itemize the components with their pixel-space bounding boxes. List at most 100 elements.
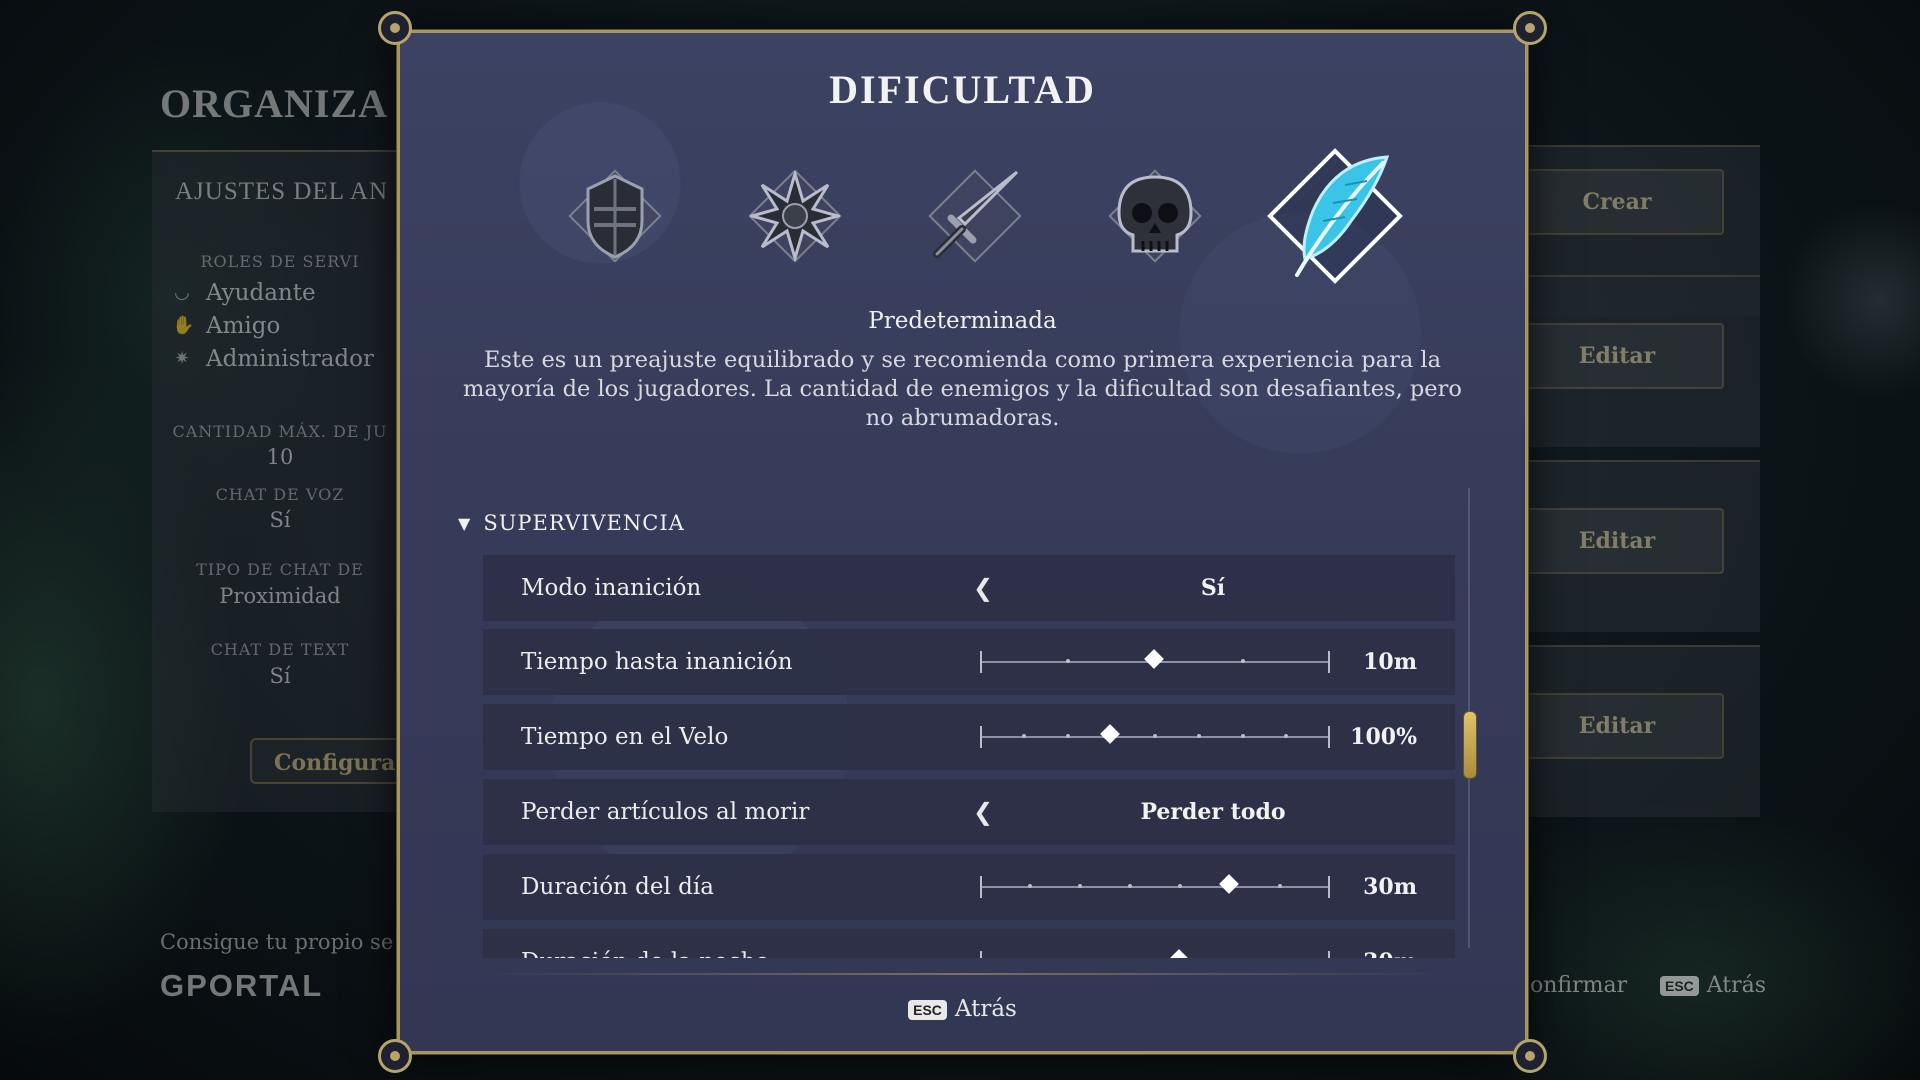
slider-knob[interactable] [1144,649,1164,669]
role-label: Ayudante [206,280,316,306]
setting-label: Tiempo en el Velo [521,724,729,750]
difficulty-dialog: DIFICULTAD Predeterminada Este es un pre… [378,11,1547,1073]
slider-knob[interactable] [1218,874,1239,894]
dialog-title: DIFICULTAD [829,67,1096,112]
edit-button: Editar [1510,693,1724,759]
selected-difficulty-description: Este es un preajuste equilibrado y se re… [463,347,1462,431]
esc-key-icon: ESC [1660,976,1699,996]
gportal-logo: GPORTAL [160,968,324,1003]
slider-end [1328,876,1330,898]
role-item-helper: ◡ Ayudante [172,280,316,306]
setting-value: 100% [1350,724,1417,750]
setting-value: Perder todo [1140,799,1286,825]
setting-value: 30m [1363,929,1417,958]
back-hint[interactable]: ESC Atrás [400,996,1525,1022]
slider-tick [1278,884,1282,888]
setting-slider[interactable] [980,649,1330,673]
setting-value: 10m [1363,649,1417,675]
background-back-label: Atrás [1706,973,1767,998]
slider-end [980,651,982,673]
settings-list[interactable]: Modo inanición ❮ Sí Tiempo hasta inanici… [483,555,1455,958]
create-button: Crear [1510,169,1724,235]
back-label: Atrás [954,996,1017,1022]
friend-icon: ✋ [172,315,195,336]
ornament-corner-icon [1513,11,1547,45]
chevron-down-icon: ▼ [458,513,472,533]
setting-value: 30m [1363,874,1417,900]
section-survival-header[interactable]: ▼ SUPERVIVENCIA [458,511,685,535]
selected-difficulty-name: Predeterminada [868,308,1057,334]
background-subhead: AJUSTES DEL AN [175,178,389,205]
setting-row-veil-time[interactable]: Tiempo en el Velo 100% [483,704,1455,770]
setting-value: Sí [1200,575,1226,601]
setting-label: Modo inanición [521,575,702,601]
slider-tick [1196,734,1201,738]
slider-tick [1240,659,1245,663]
background-back-hint: ESC Atrás [1660,973,1766,998]
difficulty-option-skull[interactable] [1090,151,1220,281]
role-item-friend: ✋ Amigo [172,313,280,339]
slider-knob[interactable] [1168,949,1189,958]
slider-knob[interactable] [1100,724,1121,744]
role-label: Administrador [206,346,374,372]
voice-type-label: TIPO DE CHAT DE [196,560,364,579]
max-players-label: CANTIDAD MÁX. DE JU [172,422,388,441]
slider-tick [1178,884,1182,888]
difficulty-option-shield[interactable] [550,151,680,281]
scrollbar-thumb[interactable] [1463,711,1477,779]
slider-end [980,876,982,898]
chevron-left-icon[interactable]: ❮ [973,555,993,621]
slider-end [1328,726,1330,748]
spiky-star-icon [750,171,840,261]
max-players-value: 10 [266,445,294,469]
setting-label: Duración de la noche [521,929,769,958]
difficulty-option-feather[interactable] [1267,148,1403,284]
setting-slider[interactable] [980,874,1330,898]
setting-label: Duración del día [521,874,714,900]
shield-icon [586,174,644,259]
setting-row-starvation-mode[interactable]: Modo inanición ❮ Sí [483,555,1455,621]
difficulty-option-star[interactable] [730,151,860,281]
ornament-corner-icon [378,11,412,45]
slider-end [1328,951,1330,958]
slider-tick [1065,659,1070,663]
divider [480,973,1445,975]
configure-button: Configurar [250,738,410,784]
slider-end [980,951,982,958]
ornament-corner-icon [378,1039,412,1073]
slider-tick [1078,884,1082,888]
setting-row-night-length[interactable]: Duración de la noche 30m [483,929,1455,958]
text-chat-label: CHAT DE TEXT [210,640,350,659]
slider-tick [1284,734,1289,738]
promo-text: Consigue tu propio se [160,930,394,954]
setting-row-lose-items[interactable]: Perder artículos al morir ❮ Perder todo [483,779,1455,845]
slider-tick [1153,734,1157,738]
ornament-corner-icon [1513,1039,1547,1073]
setting-slider[interactable] [980,724,1330,748]
chevron-left-icon[interactable]: ❮ [973,779,993,845]
voice-chat-value: Sí [269,508,291,532]
role-label: Amigo [206,313,281,339]
admin-icon: ✷ [174,348,190,369]
setting-label: Perder artículos al morir [521,799,810,825]
difficulty-selector [550,148,1403,291]
text-chat-value: Sí [269,664,291,688]
setting-row-time-to-starvation[interactable]: Tiempo hasta inanición 10m [483,629,1455,695]
background-server-panel: ORGANIZA AJUSTES DEL AN ROLES DE SERVI ◡… [150,70,410,1003]
roles-label: ROLES DE SERVI [200,252,360,271]
background-settings-card [152,150,402,812]
edit-button: Editar [1510,508,1724,574]
role-item-admin: ✷ Administrador [172,346,374,372]
feather-icon [1295,155,1390,277]
background-title: ORGANIZA [160,81,389,126]
slider-tick [1065,734,1070,738]
edit-button: Editar [1510,323,1724,389]
background-server-list: Crear Editar Editar Editar onfirmar ESC A… [1510,145,1766,998]
slider-end [980,726,982,748]
voice-type-value: Proximidad [219,584,341,608]
section-title: SUPERVIVENCIA [483,511,685,535]
setting-row-day-length[interactable]: Duración del día 30m [483,854,1455,920]
difficulty-option-sword[interactable] [910,151,1040,281]
slider-tick [1021,734,1026,738]
slider-tick [1240,734,1245,738]
